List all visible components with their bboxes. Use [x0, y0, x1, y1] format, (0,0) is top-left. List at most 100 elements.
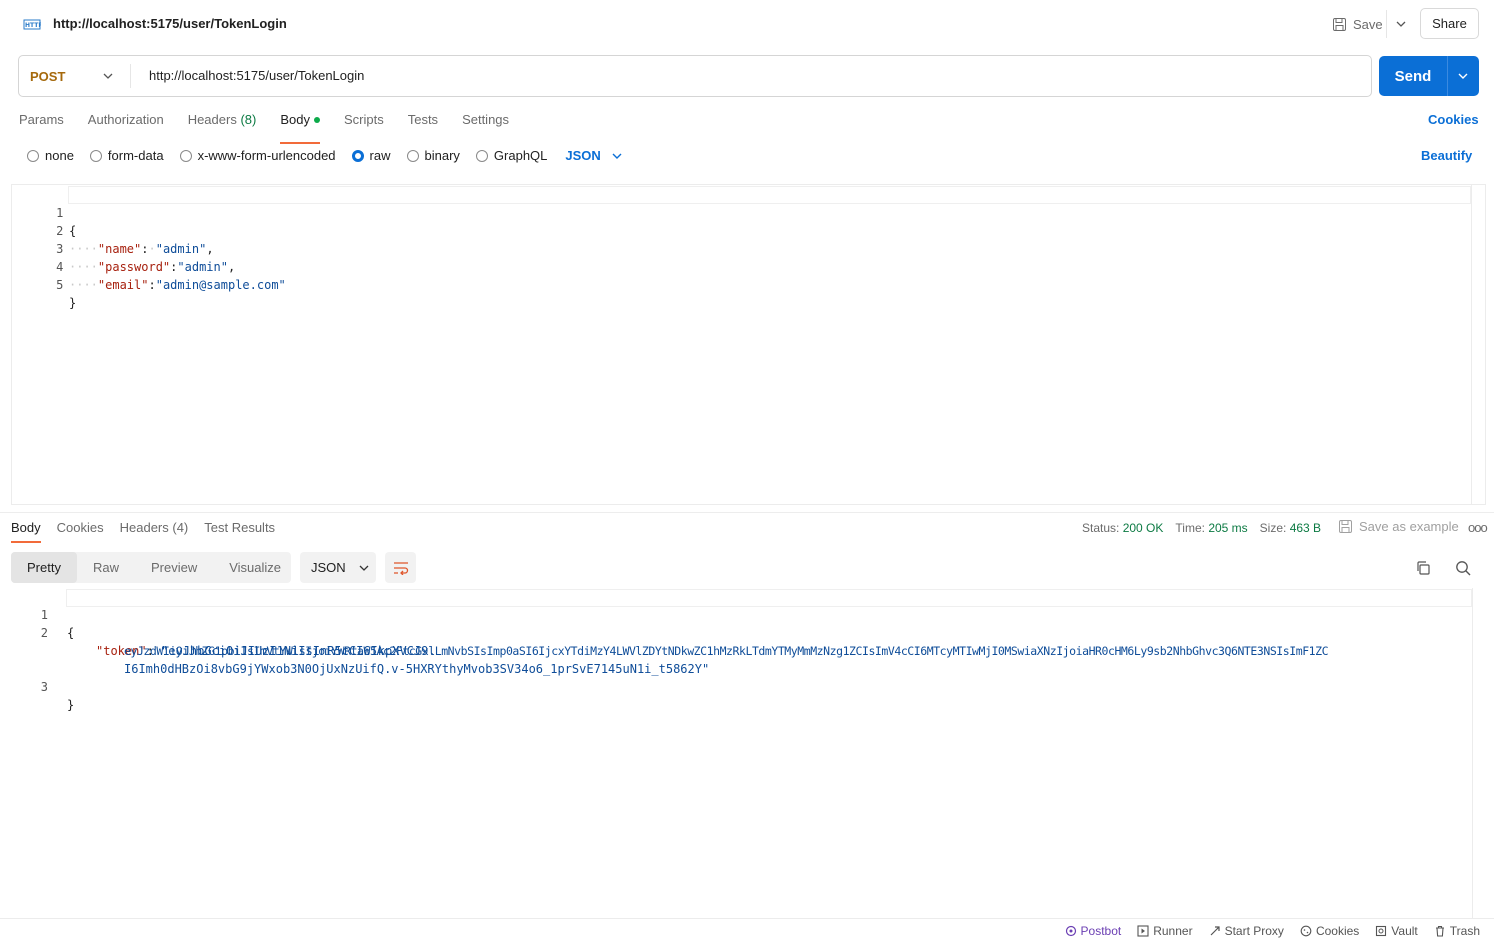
postbot-label: Postbot: [1080, 924, 1122, 938]
trash-button[interactable]: Trash: [1434, 924, 1480, 938]
vault-label: Vault: [1391, 924, 1418, 938]
tab-response-body[interactable]: Body: [11, 520, 41, 543]
radio-form-data[interactable]: form-data: [89, 148, 164, 163]
code-text: {: [69, 224, 77, 238]
beautify-button[interactable]: Beautify: [1421, 148, 1472, 163]
tab-headers[interactable]: Headers (8): [188, 112, 257, 136]
status-bar: Postbot Runner Start Proxy Cookies Vault…: [0, 918, 1494, 942]
line-number: 1: [40, 608, 48, 622]
line-number: 5: [56, 278, 64, 292]
current-line-highlight: [66, 589, 1472, 607]
url-input[interactable]: http://localhost:5175/user/TokenLogin: [149, 68, 364, 83]
tab-authorization[interactable]: Authorization: [88, 112, 164, 136]
more-options-icon[interactable]: ooo: [1468, 520, 1488, 535]
save-as-example-button[interactable]: Save as example: [1338, 519, 1459, 534]
size-value: 463 B: [1289, 521, 1322, 535]
copy-icon[interactable]: [1415, 560, 1431, 576]
code-text: ····"name":·"admin",: [69, 242, 214, 256]
search-icon[interactable]: [1455, 560, 1471, 576]
divider: [130, 64, 131, 88]
chevron-down-icon[interactable]: [1393, 16, 1409, 32]
view-mode-selector: Pretty Raw Preview Visualize: [11, 552, 291, 583]
save-icon: [1339, 520, 1352, 533]
time-label: Time:: [1175, 521, 1205, 535]
code-line: 2 ····"name":·"admin",: [12, 204, 213, 256]
trash-icon: [1435, 925, 1444, 937]
start-proxy-button[interactable]: Start Proxy: [1209, 924, 1284, 938]
tab-test-results[interactable]: Test Results: [204, 520, 275, 535]
divider: [1386, 10, 1387, 38]
postbot-icon: [1065, 925, 1076, 937]
cookies-link[interactable]: Cookies: [1428, 112, 1479, 127]
tab-headers-count: (8): [240, 112, 257, 127]
tab-response-headers[interactable]: Headers (4): [120, 520, 189, 535]
body-format-select[interactable]: JSON: [565, 148, 622, 163]
status-info[interactable]: Status: 200 OK: [1082, 521, 1163, 535]
postbot-button[interactable]: Postbot: [1065, 924, 1122, 938]
save-example-label: Save as example: [1359, 519, 1459, 534]
chevron-down-icon: [103, 73, 113, 79]
url-bar: POST http://localhost:5175/user/TokenLog…: [18, 55, 1372, 97]
view-visualize[interactable]: Visualize: [213, 552, 297, 583]
response-format-select[interactable]: JSON: [300, 552, 376, 583]
radio-circle: [27, 149, 39, 162]
request-title[interactable]: http://localhost:5175/user/TokenLogin: [53, 16, 287, 31]
json-key: "password": [97, 260, 171, 274]
wrap-lines-button[interactable]: [385, 552, 416, 583]
share-button[interactable]: Share: [1420, 8, 1479, 39]
radio-circle: [351, 149, 364, 162]
tab-tests[interactable]: Tests: [408, 112, 438, 136]
svg-text:HTTP: HTTP: [25, 22, 41, 29]
view-raw[interactable]: Raw: [77, 552, 135, 583]
save-button[interactable]: Save: [1328, 10, 1387, 38]
json-value-continued: I6Imh0dHBzOi8vbG9jYWxob3N0OjUxNzUifQ.v-5…: [124, 662, 710, 676]
json-comma: ,: [227, 260, 236, 274]
line-number: 1: [56, 206, 64, 220]
response-body-viewer[interactable]: 1 { 2 "token": "eyJhbGciOiJIUzI1NiIsInR5…: [2, 588, 1486, 918]
tab-scripts[interactable]: Scripts: [344, 112, 384, 136]
response-format-label: JSON: [311, 560, 346, 575]
view-preview[interactable]: Preview: [135, 552, 213, 583]
tab-settings[interactable]: Settings: [462, 112, 509, 136]
status-value: 200 OK: [1122, 521, 1164, 535]
json-comma: ,: [206, 242, 214, 256]
footer-cookies-button[interactable]: Cookies: [1300, 924, 1359, 938]
scrollbar[interactable]: [1472, 588, 1486, 918]
footer-cookies-label: Cookies: [1315, 924, 1360, 938]
chevron-down-icon: [359, 565, 369, 571]
chevron-down-icon[interactable]: [1455, 68, 1471, 84]
radio-graphql[interactable]: GraphQL: [475, 148, 547, 163]
radio-label: form-data: [107, 148, 164, 163]
time-info[interactable]: Time: 205 ms: [1175, 521, 1247, 535]
pane-divider[interactable]: [0, 512, 1494, 513]
code-line: eyJzdWIiOiJhZG1pbiIsImVtYWlsIjoiYWRtaW5A…: [2, 624, 1329, 658]
save-icon: [1333, 17, 1346, 31]
tab-body[interactable]: Body: [280, 112, 320, 144]
method-select[interactable]: POST: [19, 56, 131, 96]
runner-button[interactable]: Runner: [1137, 924, 1193, 938]
radio-label: x-www-form-urlencoded: [197, 148, 336, 163]
body-format-label: JSON: [565, 148, 601, 163]
radio-urlencoded[interactable]: x-www-form-urlencoded: [179, 148, 336, 163]
radio-none[interactable]: none: [27, 148, 74, 163]
send-button[interactable]: Send: [1379, 56, 1479, 96]
current-line-highlight: [68, 186, 1471, 204]
scrollbar[interactable]: [1471, 185, 1485, 504]
tab-params[interactable]: Params: [19, 112, 64, 136]
tab-response-cookies[interactable]: Cookies: [57, 520, 104, 535]
radio-binary[interactable]: binary: [406, 148, 460, 163]
code-text: }: [67, 698, 75, 712]
json-colon: :: [141, 242, 149, 256]
json-colon: :: [148, 278, 156, 292]
radio-circle: [89, 149, 102, 162]
radio-circle: [475, 149, 488, 162]
size-info[interactable]: Size: 463 B: [1260, 521, 1321, 535]
cookie-icon: [1300, 925, 1312, 937]
request-body-editor[interactable]: 1 { 2 ····"name":·"admin", 3 ····"passwo…: [11, 184, 1486, 505]
view-pretty[interactable]: Pretty: [11, 552, 77, 583]
vault-button[interactable]: Vault: [1375, 924, 1418, 938]
tab-body-label: Body: [280, 112, 310, 127]
code-line: 3 ····"password":"admin",: [12, 222, 235, 274]
runner-icon: [1137, 925, 1149, 937]
radio-raw[interactable]: raw: [351, 148, 391, 163]
